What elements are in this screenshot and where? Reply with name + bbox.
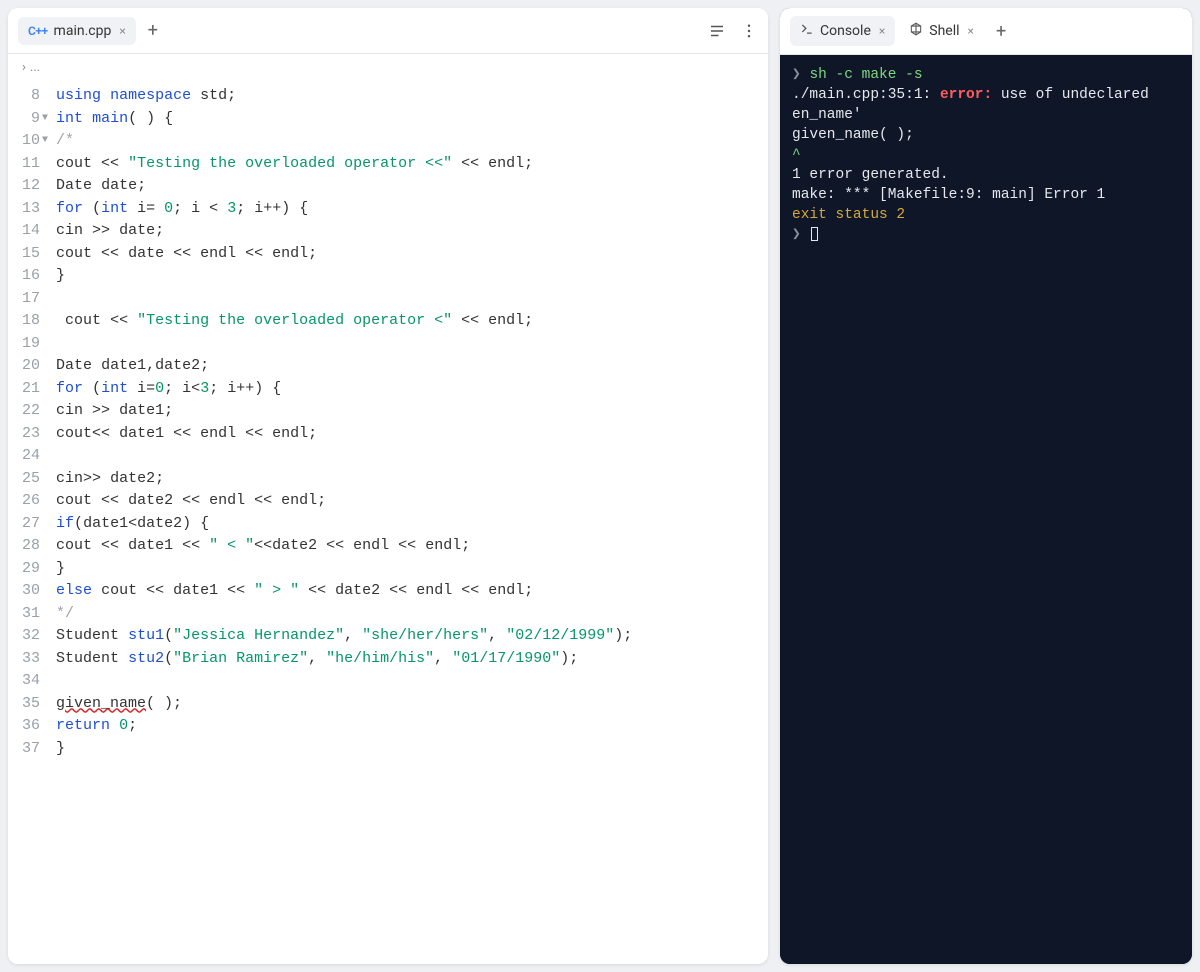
line-number: 8	[22, 85, 48, 108]
line-number: 35	[22, 693, 48, 716]
line-number: 33	[22, 648, 48, 671]
line-gutter: 8 9▼10▼11 12 13 14 15 16 17 18 19 20 21 …	[8, 81, 56, 964]
console-panel: Console × Shell × + ❯ sh -c make -s./mai…	[780, 8, 1192, 964]
code-line[interactable]: for (int i= 0; i < 3; i++) {	[56, 198, 768, 221]
code-line[interactable]: cout<< date1 << endl << endl;	[56, 423, 768, 446]
line-number: 32	[22, 625, 48, 648]
code-area[interactable]: using namespace std;int main( ) {/*cout …	[56, 81, 768, 964]
code-line[interactable]: }	[56, 738, 768, 761]
code-editor[interactable]: 8 9▼10▼11 12 13 14 15 16 17 18 19 20 21 …	[8, 81, 768, 964]
line-number: 21	[22, 378, 48, 401]
line-number: 16	[22, 265, 48, 288]
line-number: 36	[22, 715, 48, 738]
line-number: 10▼	[22, 130, 48, 153]
console-line: en_name'	[792, 105, 1180, 125]
line-number: 11	[22, 153, 48, 176]
line-number: 15	[22, 243, 48, 266]
code-line[interactable]: int main( ) {	[56, 108, 768, 131]
line-number: 29	[22, 558, 48, 581]
console-line: 1 error generated.	[792, 165, 1180, 185]
line-number: 12	[22, 175, 48, 198]
code-line[interactable]: }	[56, 265, 768, 288]
console-line: ^	[792, 145, 1180, 165]
code-line[interactable]: Date date1,date2;	[56, 355, 768, 378]
line-number: 17	[22, 288, 48, 311]
line-number: 20	[22, 355, 48, 378]
console-line: ❯ sh -c make -s	[792, 65, 1180, 85]
line-number: 34	[22, 670, 48, 693]
code-line[interactable]: for (int i=0; i<3; i++) {	[56, 378, 768, 401]
line-number: 9▼	[22, 108, 48, 131]
console-tab-bar: Console × Shell × +	[780, 8, 1192, 55]
console-line: exit status 2	[792, 205, 1180, 225]
code-line[interactable]	[56, 670, 768, 693]
code-line[interactable]	[56, 445, 768, 468]
code-line[interactable]: using namespace std;	[56, 85, 768, 108]
terminal-icon	[800, 22, 814, 40]
cpp-file-icon: C++	[28, 24, 48, 38]
line-number: 31	[22, 603, 48, 626]
code-line[interactable]: cout << date << endl << endl;	[56, 243, 768, 266]
code-line[interactable]: /*	[56, 130, 768, 153]
console-line: ./main.cpp:35:1: error: use of undeclare…	[792, 85, 1180, 105]
close-icon[interactable]: ×	[966, 24, 974, 38]
console-output[interactable]: ❯ sh -c make -s./main.cpp:35:1: error: u…	[780, 55, 1192, 964]
line-number: 30	[22, 580, 48, 603]
tab-label: main.cpp	[54, 23, 112, 39]
code-line[interactable]: cin>> date2;	[56, 468, 768, 491]
code-line[interactable]: cout << date2 << endl << endl;	[56, 490, 768, 513]
code-line[interactable]	[56, 288, 768, 311]
tab-label: Console	[820, 23, 871, 39]
editor-panel: C++ main.cpp × + ›... 8 9▼10▼11 12 13 14…	[8, 8, 768, 964]
line-number: 27	[22, 513, 48, 536]
line-number: 18	[22, 310, 48, 333]
line-number: 19	[22, 333, 48, 356]
line-number: 37	[22, 738, 48, 761]
list-icon[interactable]	[708, 22, 726, 40]
line-number: 13	[22, 198, 48, 221]
code-line[interactable]: Student stu1("Jessica Hernandez", "she/h…	[56, 625, 768, 648]
code-line[interactable]: cin >> date1;	[56, 400, 768, 423]
code-line[interactable]: else cout << date1 << " > " << date2 << …	[56, 580, 768, 603]
console-line: ❯	[792, 225, 1180, 245]
line-number: 22	[22, 400, 48, 423]
console-line: given_name( );	[792, 125, 1180, 145]
code-line[interactable]: Date date;	[56, 175, 768, 198]
code-line[interactable]: }	[56, 558, 768, 581]
line-number: 23	[22, 423, 48, 446]
line-number: 24	[22, 445, 48, 468]
line-number: 26	[22, 490, 48, 513]
new-tab-button[interactable]: +	[988, 17, 1014, 46]
tab-main-cpp[interactable]: C++ main.cpp ×	[18, 17, 136, 45]
line-number: 28	[22, 535, 48, 558]
code-line[interactable]: cin >> date;	[56, 220, 768, 243]
code-line[interactable]: cout << "Testing the overloaded operator…	[56, 153, 768, 176]
code-line[interactable]: cout << "Testing the overloaded operator…	[56, 310, 768, 333]
code-line[interactable]: given_name( );	[56, 693, 768, 716]
tab-console[interactable]: Console ×	[790, 16, 895, 46]
code-line[interactable]: if(date1<date2) {	[56, 513, 768, 536]
tab-label: Shell	[929, 23, 959, 39]
code-line[interactable]	[56, 333, 768, 356]
console-line: make: *** [Makefile:9: main] Error 1	[792, 185, 1180, 205]
close-icon[interactable]: ×	[877, 24, 885, 38]
code-line[interactable]: cout << date1 << " < "<<date2 << endl <<…	[56, 535, 768, 558]
line-number: 25	[22, 468, 48, 491]
editor-tab-bar: C++ main.cpp × +	[8, 8, 768, 54]
line-number: 14	[22, 220, 48, 243]
code-line[interactable]: return 0;	[56, 715, 768, 738]
code-line[interactable]: Student stu2("Brian Ramirez", "he/him/hi…	[56, 648, 768, 671]
tab-shell[interactable]: Shell ×	[899, 16, 984, 46]
breadcrumb[interactable]: ›...	[8, 54, 768, 81]
close-icon[interactable]: ×	[117, 24, 125, 38]
code-line[interactable]: */	[56, 603, 768, 626]
more-icon[interactable]	[740, 22, 758, 40]
shell-icon	[909, 22, 923, 40]
new-tab-button[interactable]: +	[140, 16, 166, 45]
